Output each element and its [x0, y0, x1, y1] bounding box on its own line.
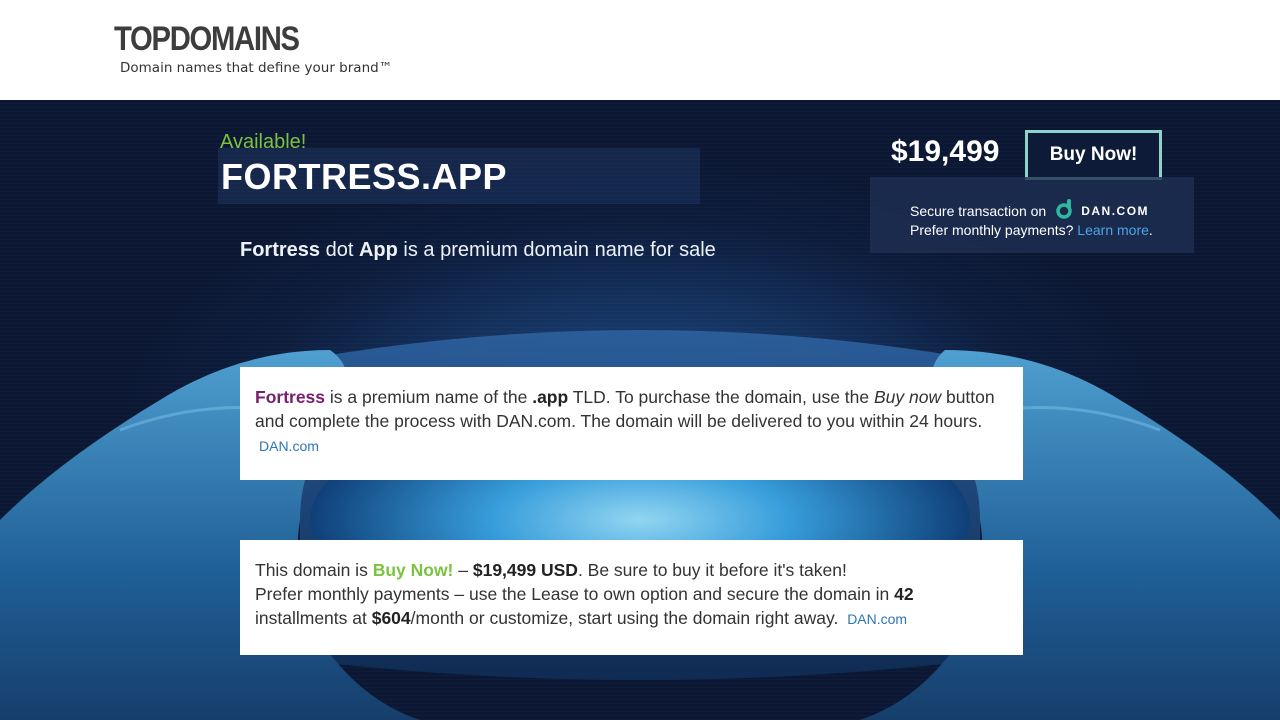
card2-text-2: – — [453, 560, 473, 580]
card2-text-1: This domain is — [255, 560, 373, 580]
subtitle-rest: is a premium domain name for sale — [397, 239, 716, 261]
monthly-payments-line: Prefer monthly payments? Learn more. — [910, 222, 1153, 238]
monthly-payments-text: Prefer monthly payments? — [910, 222, 1074, 238]
learn-more-period: . — [1148, 222, 1153, 238]
secure-transaction-box: Secure transaction on DAN.COM Prefer mon… — [870, 177, 1194, 253]
buy-now-button[interactable]: Buy Now! — [1025, 130, 1162, 180]
card2-text-3: . Be sure to buy it before it's taken! — [577, 560, 847, 580]
card1-tld: .app — [532, 387, 569, 407]
secure-transaction-text: Secure transaction on — [910, 202, 1047, 219]
card1-dan-link[interactable]: DAN.com — [259, 438, 319, 454]
subtitle-name: Fortress — [240, 239, 321, 261]
subtitle-dot: dot — [320, 239, 359, 261]
card2-text-6: /month or customize, start using the dom… — [410, 608, 839, 628]
hero-section: Available! FORTRESS.APP Fortress dot App… — [0, 100, 1280, 720]
pricing-info-card: This domain is Buy Now! – $19,499 USD. B… — [240, 540, 1023, 655]
card1-text-1: is a premium name of the — [325, 387, 533, 407]
domain-subtitle: Fortress dot App is a premium domain nam… — [240, 239, 716, 262]
card2-price: $19,499 USD — [472, 560, 578, 580]
price-label: $19,499 — [891, 135, 1000, 168]
card2-dan-link[interactable]: DAN.com — [847, 611, 907, 627]
domain-name-heading: FORTRESS.APP — [221, 156, 508, 197]
card2-installments: 42 — [894, 584, 914, 604]
card2-text-5: installments at — [255, 608, 372, 628]
card2-status: Buy Now! — [372, 560, 454, 580]
dan-brand-text: DAN.COM — [1081, 203, 1150, 218]
secure-transaction-line: Secure transaction on DAN.COM — [910, 198, 1149, 223]
card2-monthly-price: $604 — [371, 608, 411, 628]
card1-text-2: TLD. To purchase the domain, use the — [568, 387, 874, 407]
card2-text-4: Prefer monthly payments – use the Lease … — [255, 584, 895, 604]
site-logo[interactable]: TOPDOMAINS — [114, 20, 300, 59]
domain-description-card: Fortress is a premium name of the .app T… — [240, 367, 1023, 480]
dan-logo-icon — [1053, 198, 1075, 223]
subtitle-tld: App — [358, 239, 398, 261]
card1-buy-now-italic: Buy now — [873, 387, 942, 407]
site-tagline: Domain names that define your brand™ — [120, 60, 393, 76]
card1-domain-name: Fortress — [255, 387, 326, 407]
site-header: TOPDOMAINS Domain names that define your… — [0, 0, 1280, 100]
learn-more-link[interactable]: Learn more — [1077, 222, 1149, 238]
